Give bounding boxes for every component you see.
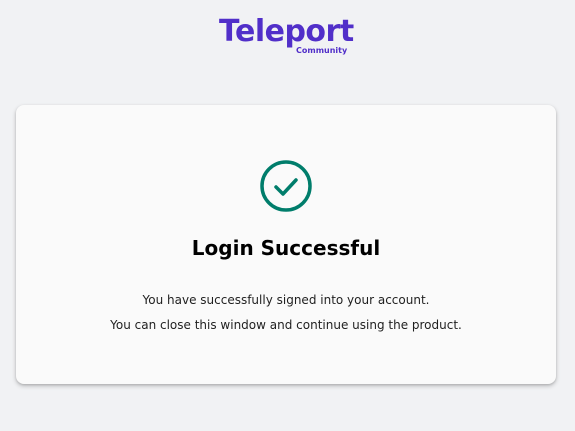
logo-wordmark: Teleport bbox=[219, 14, 354, 49]
teleport-logo: Teleport Community bbox=[0, 14, 575, 58]
logo-edition-label: Community bbox=[296, 46, 348, 55]
success-message-line-1: You have successfully signed into your a… bbox=[142, 293, 430, 307]
check-circle-icon bbox=[260, 160, 312, 212]
login-success-card: Login Successful You have successfully s… bbox=[16, 105, 556, 384]
page-title: Login Successful bbox=[191, 236, 381, 260]
success-message-line-2: You can close this window and continue u… bbox=[110, 318, 462, 332]
